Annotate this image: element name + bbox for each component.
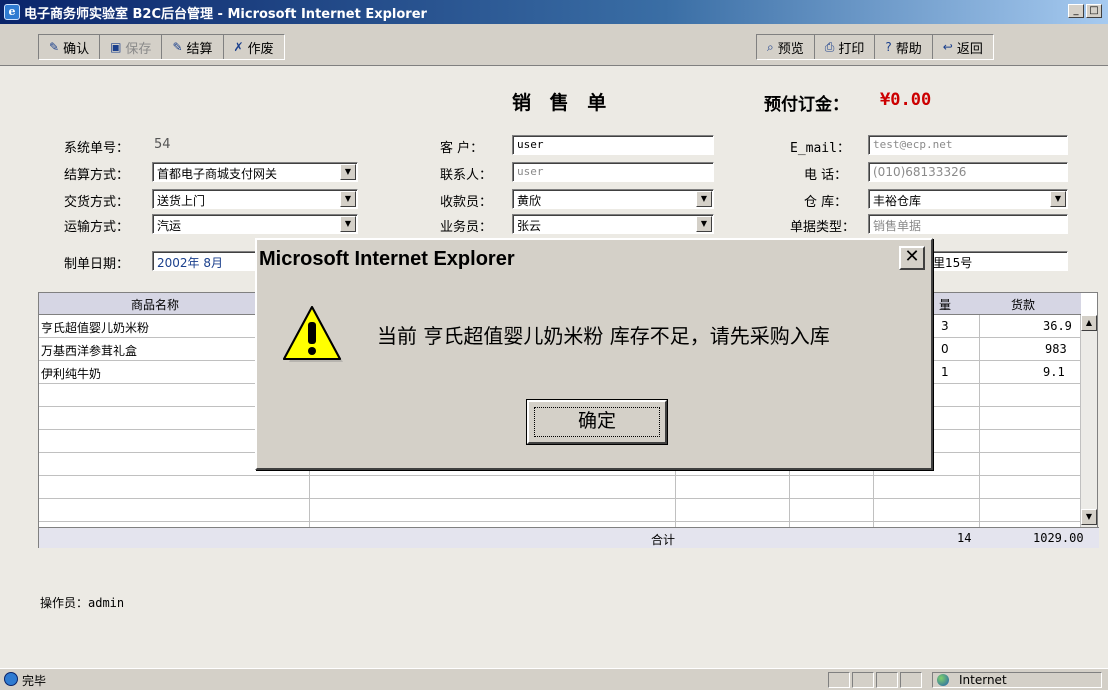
confirm-icon: ✎	[49, 40, 60, 54]
save-button[interactable]: ▣ 保存	[100, 35, 163, 59]
alert-dialog: Microsoft Internet Explorer ✕ 当前 亨氏超值婴儿奶…	[255, 238, 933, 470]
sales-select[interactable]: 张云 ▼	[512, 214, 714, 234]
preview-icon: ⌕	[767, 39, 774, 54]
focus-ring	[534, 407, 660, 437]
table-row[interactable]	[39, 476, 1081, 499]
total-label: 合计	[651, 533, 676, 547]
status-segment	[900, 672, 922, 688]
status-text: 完毕	[22, 674, 47, 688]
dialog-title: Microsoft Internet Explorer	[259, 247, 515, 270]
operator-label: 操作员：admin	[40, 596, 125, 610]
back-button[interactable]: ↩ 返回	[933, 35, 993, 59]
customer-label: 客 户：	[440, 141, 484, 156]
total-qty: 14	[957, 531, 972, 545]
void-button[interactable]: ✗ 作废	[224, 35, 284, 59]
col-qty: 量	[939, 298, 952, 312]
table-row[interactable]	[39, 499, 1081, 522]
zone-segment: Internet	[932, 672, 1102, 688]
globe-icon	[937, 674, 949, 686]
settle-label: 结算方式：	[64, 168, 130, 183]
maximize-button[interactable]: □	[1086, 4, 1102, 18]
scroll-up-icon[interactable]: ▲	[1081, 315, 1097, 331]
phone-label: 电 话：	[804, 168, 848, 183]
warehouse-label: 仓 库：	[804, 195, 848, 210]
status-segment	[852, 672, 874, 688]
status-segment	[828, 672, 850, 688]
scroll-down-icon[interactable]: ▼	[1081, 509, 1097, 525]
window-title: 电子商务师实验室 B2C后台管理 - Microsoft Internet Ex…	[24, 6, 427, 22]
status-segment	[876, 672, 898, 688]
window-titlebar: e 电子商务师实验室 B2C后台管理 - Microsoft Internet …	[0, 0, 1108, 24]
window-controls: _ □	[1068, 4, 1102, 18]
print-icon: ⎙	[824, 39, 835, 54]
minimize-button[interactable]: _	[1068, 4, 1084, 18]
zone-text: Internet	[959, 673, 1007, 687]
ok-button[interactable]: 确定	[527, 400, 667, 444]
statusbar: 完毕 Internet	[0, 668, 1108, 690]
toolbar-left-group: ✎ 确认 ▣ 保存 ✎ 结算 ✗ 作废	[38, 34, 285, 60]
payee-select[interactable]: 黄欣 ▼	[512, 189, 714, 209]
warning-icon	[283, 306, 343, 362]
help-icon: ?	[885, 40, 892, 54]
transport-select[interactable]: 汽运 ▼	[152, 214, 358, 234]
void-icon: ✗	[233, 40, 244, 54]
page-title: 销 售 单	[512, 92, 613, 114]
contact-label: 联系人：	[440, 168, 493, 183]
chevron-down-icon[interactable]: ▼	[340, 191, 356, 207]
transport-label: 运输方式：	[64, 220, 130, 235]
order-no-value: 54	[154, 137, 171, 152]
back-icon: ↩	[942, 40, 953, 54]
column-divider	[979, 315, 980, 527]
chevron-down-icon[interactable]: ▼	[696, 191, 712, 207]
chevron-down-icon[interactable]: ▼	[340, 164, 356, 180]
email-field[interactable]: test@ecp.net	[868, 135, 1068, 155]
deposit-value: ¥0.00	[880, 90, 932, 110]
chevron-down-icon[interactable]: ▼	[696, 216, 712, 232]
close-icon[interactable]: ✕	[899, 246, 925, 270]
table-scrollbar[interactable]: ▲ ▼	[1080, 315, 1097, 527]
checkout-icon: ✎	[172, 40, 183, 54]
customer-field[interactable]: user	[512, 135, 714, 155]
ie-logo-icon: e	[4, 4, 20, 20]
toolbar-right-group: ⌕ 预览 ⎙ 打印 ? 帮助 ↩ 返回	[756, 34, 994, 60]
preview-button[interactable]: ⌕ 预览	[757, 35, 815, 59]
email-label: E_mail：	[790, 141, 850, 156]
contact-field[interactable]: user	[512, 162, 714, 182]
delivery-label: 交货方式：	[64, 195, 130, 210]
warehouse-select[interactable]: 丰裕仓库 ▼	[868, 189, 1068, 209]
dialog-message: 当前 亨氏超值婴儿奶米粉 库存不足，请先采购入库	[377, 324, 830, 348]
settle-select[interactable]: 首都电子商城支付网关 ▼	[152, 162, 358, 182]
sales-label: 业务员：	[440, 220, 493, 235]
page-done-icon	[4, 672, 18, 686]
checkout-button[interactable]: ✎ 结算	[162, 35, 224, 59]
phone-field[interactable]: (010)68133326	[868, 162, 1068, 182]
date-field[interactable]: 2002年 8月	[152, 251, 262, 271]
confirm-button[interactable]: ✎ 确认	[39, 35, 101, 59]
chevron-down-icon[interactable]: ▼	[340, 216, 356, 232]
doc-type-field[interactable]: 销售单据	[868, 214, 1068, 234]
print-button[interactable]: ⎙ 打印	[815, 35, 876, 59]
deposit-label: 预付订金：	[764, 95, 849, 115]
save-icon: ▣	[110, 40, 122, 54]
col-amount: 货款	[1011, 298, 1036, 312]
col-product: 商品名称	[131, 298, 180, 312]
dialog-titlebar: Microsoft Internet Explorer	[257, 240, 931, 278]
total-amount: 1029.00	[1033, 531, 1084, 545]
date-label: 制单日期：	[64, 257, 130, 272]
doc-type-label: 单据类型：	[790, 220, 856, 235]
help-button[interactable]: ? 帮助	[875, 35, 933, 59]
chevron-down-icon[interactable]: ▼	[1050, 191, 1066, 207]
payee-label: 收款员：	[440, 195, 493, 210]
totals-row: 合计 14 1029.00	[39, 527, 1099, 548]
order-no-label: 系统单号：	[64, 141, 130, 156]
toolbar: ✎ 确认 ▣ 保存 ✎ 结算 ✗ 作废 ⌕ 预览 ⎙ 打印 ? 帮助 ↩ 返回	[0, 24, 1108, 66]
delivery-select[interactable]: 送货上门 ▼	[152, 189, 358, 209]
